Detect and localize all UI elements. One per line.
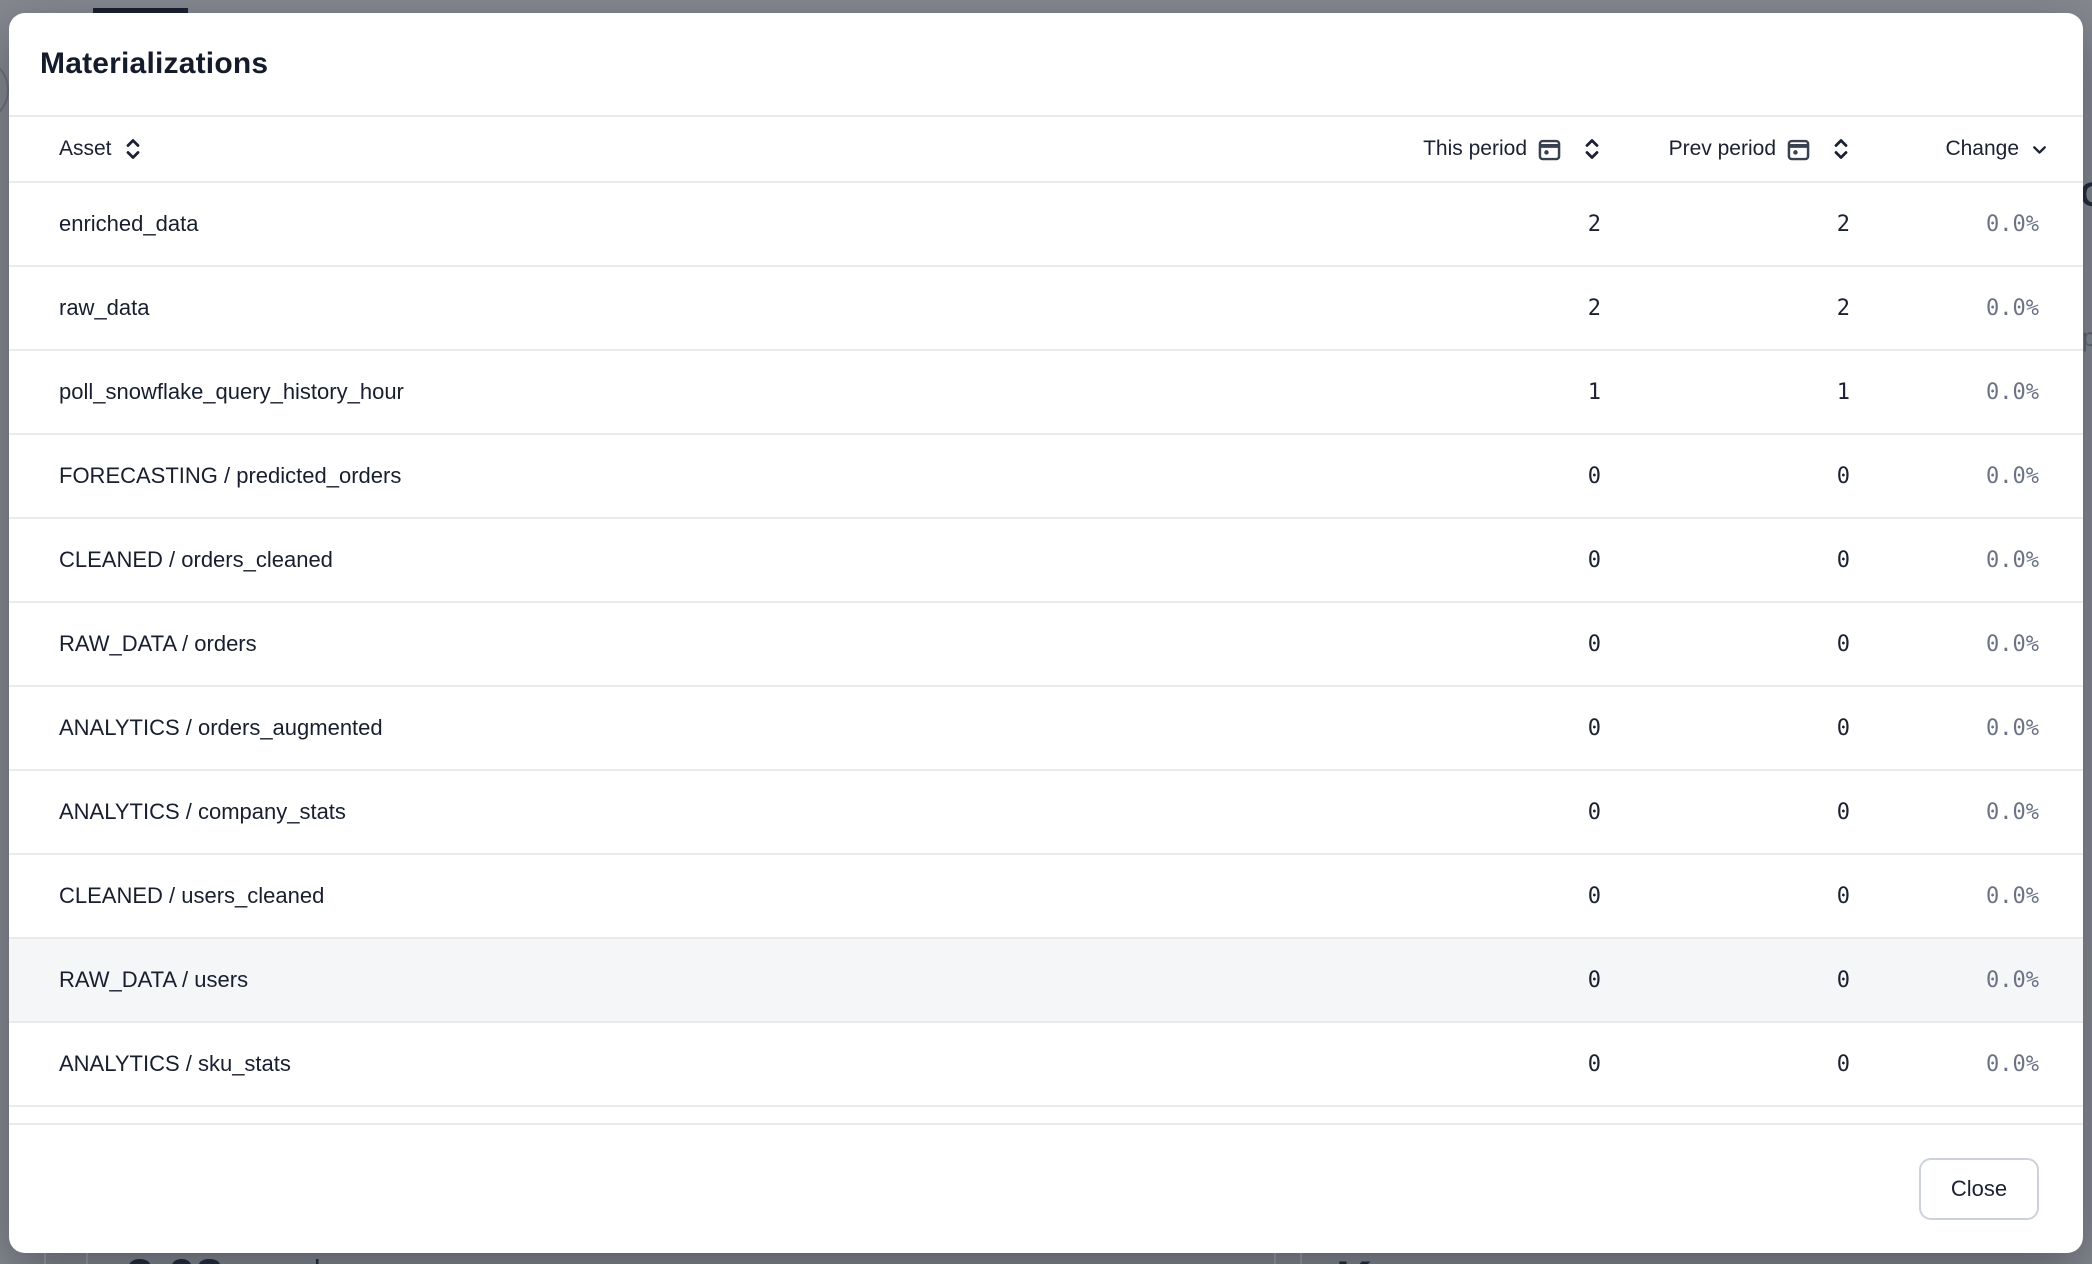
this-period-cell: 0	[1351, 548, 1601, 573]
asset-name-cell: CLEANED / users_cleaned	[9, 883, 1351, 909]
change-cell: 0.0%	[1850, 968, 2083, 993]
modal-header: Materializations	[9, 13, 2083, 117]
prev-period-cell: 2	[1601, 296, 1850, 321]
sort-updown-icon	[1583, 137, 1601, 161]
prev-period-cell: 0	[1601, 632, 1850, 657]
asset-name-cell: ANALYTICS / company_stats	[9, 799, 1351, 825]
table-row: ANALYTICS / orders_augmented000.0%	[9, 687, 2083, 771]
prev-period-cell: 0	[1601, 464, 1850, 489]
prev-period-cell: 2	[1601, 212, 1850, 237]
change-cell: 0.0%	[1850, 212, 2083, 237]
asset-name-cell: raw_data	[9, 295, 1351, 321]
prev-period-cell: 0	[1601, 968, 1850, 993]
asset-name-cell: poll_snowflake_query_history_hour	[9, 379, 1351, 405]
asset-name-cell: enriched_data	[9, 211, 1351, 237]
column-header-asset-label: Asset	[59, 137, 112, 161]
materializations-modal: Materializations Asset This period	[9, 13, 2083, 1253]
table-row: enriched_data220.0%	[9, 183, 2083, 267]
this-period-cell: 0	[1351, 632, 1601, 657]
prev-period-cell: 0	[1601, 548, 1850, 573]
prev-period-cell: 0	[1601, 716, 1850, 741]
prev-period-cell: 0	[1601, 884, 1850, 909]
background-partial-text-right-mid: p	[2082, 322, 2092, 353]
this-period-cell: 0	[1351, 884, 1601, 909]
screen: C p 3.08 seconds K Materializations Asse…	[0, 0, 2092, 1264]
change-cell: 0.0%	[1850, 548, 2083, 573]
modal-title: Materializations	[40, 47, 268, 81]
partial-row	[9, 1107, 2083, 1125]
this-period-cell: 0	[1351, 1052, 1601, 1077]
this-period-cell: 0	[1351, 464, 1601, 489]
asset-name-cell: ANALYTICS / orders_augmented	[9, 715, 1351, 741]
sort-updown-icon	[124, 137, 142, 161]
column-header-prev-period-label: Prev period	[1669, 137, 1776, 161]
column-header-asset[interactable]: Asset	[9, 137, 1351, 161]
table-row: RAW_DATA / orders000.0%	[9, 603, 2083, 687]
table-row: ANALYTICS / sku_stats000.0%	[9, 1023, 2083, 1107]
chevron-down-icon	[2029, 139, 2050, 160]
this-period-cell: 2	[1351, 212, 1601, 237]
table-header-row: Asset This period	[9, 117, 2083, 183]
change-cell: 0.0%	[1850, 1052, 2083, 1077]
change-cell: 0.0%	[1850, 380, 2083, 405]
column-header-prev-period[interactable]: Prev period	[1601, 136, 1850, 163]
background-circle-shape	[0, 57, 9, 123]
materializations-table: Asset This period	[9, 117, 2083, 1125]
calendar-icon	[1785, 136, 1812, 163]
asset-name-cell: ANALYTICS / sku_stats	[9, 1051, 1351, 1077]
asset-name-cell: RAW_DATA / orders	[9, 631, 1351, 657]
this-period-cell: 0	[1351, 716, 1601, 741]
modal-footer: Close	[9, 1125, 2083, 1253]
column-header-change[interactable]: Change	[1850, 137, 2083, 161]
prev-period-cell: 1	[1601, 380, 1850, 405]
table-row: RAW_DATA / users000.0%	[9, 939, 2083, 1023]
table-row: raw_data220.0%	[9, 267, 2083, 351]
table-row: FORECASTING / predicted_orders000.0%	[9, 435, 2083, 519]
table-row: CLEANED / users_cleaned000.0%	[9, 855, 2083, 939]
change-cell: 0.0%	[1850, 716, 2083, 741]
asset-name-cell: RAW_DATA / users	[9, 967, 1351, 993]
asset-name-cell: CLEANED / orders_cleaned	[9, 547, 1351, 573]
this-period-cell: 1	[1351, 380, 1601, 405]
change-cell: 0.0%	[1850, 800, 2083, 825]
table-row: ANALYTICS / company_stats000.0%	[9, 771, 2083, 855]
sort-updown-icon	[1832, 137, 1850, 161]
change-cell: 0.0%	[1850, 632, 2083, 657]
change-cell: 0.0%	[1850, 464, 2083, 489]
change-cell: 0.0%	[1850, 884, 2083, 909]
calendar-icon	[1536, 136, 1563, 163]
asset-name-cell: FORECASTING / predicted_orders	[9, 463, 1351, 489]
background-duration-unit: seconds	[230, 1254, 334, 1264]
this-period-cell: 0	[1351, 968, 1601, 993]
this-period-cell: 0	[1351, 800, 1601, 825]
this-period-cell: 2	[1351, 296, 1601, 321]
column-header-this-period[interactable]: This period	[1351, 136, 1601, 163]
table-row: poll_snowflake_query_history_hour110.0%	[9, 351, 2083, 435]
table-row: CLEANED / orders_cleaned000.0%	[9, 519, 2083, 603]
change-cell: 0.0%	[1850, 296, 2083, 321]
prev-period-cell: 0	[1601, 800, 1850, 825]
column-header-this-period-label: This period	[1423, 137, 1527, 161]
close-button[interactable]: Close	[1919, 1158, 2039, 1220]
table-body[interactable]: enriched_data220.0%raw_data220.0%poll_sn…	[9, 183, 2083, 1107]
column-header-change-label: Change	[1945, 137, 2019, 161]
prev-period-cell: 0	[1601, 1052, 1850, 1077]
